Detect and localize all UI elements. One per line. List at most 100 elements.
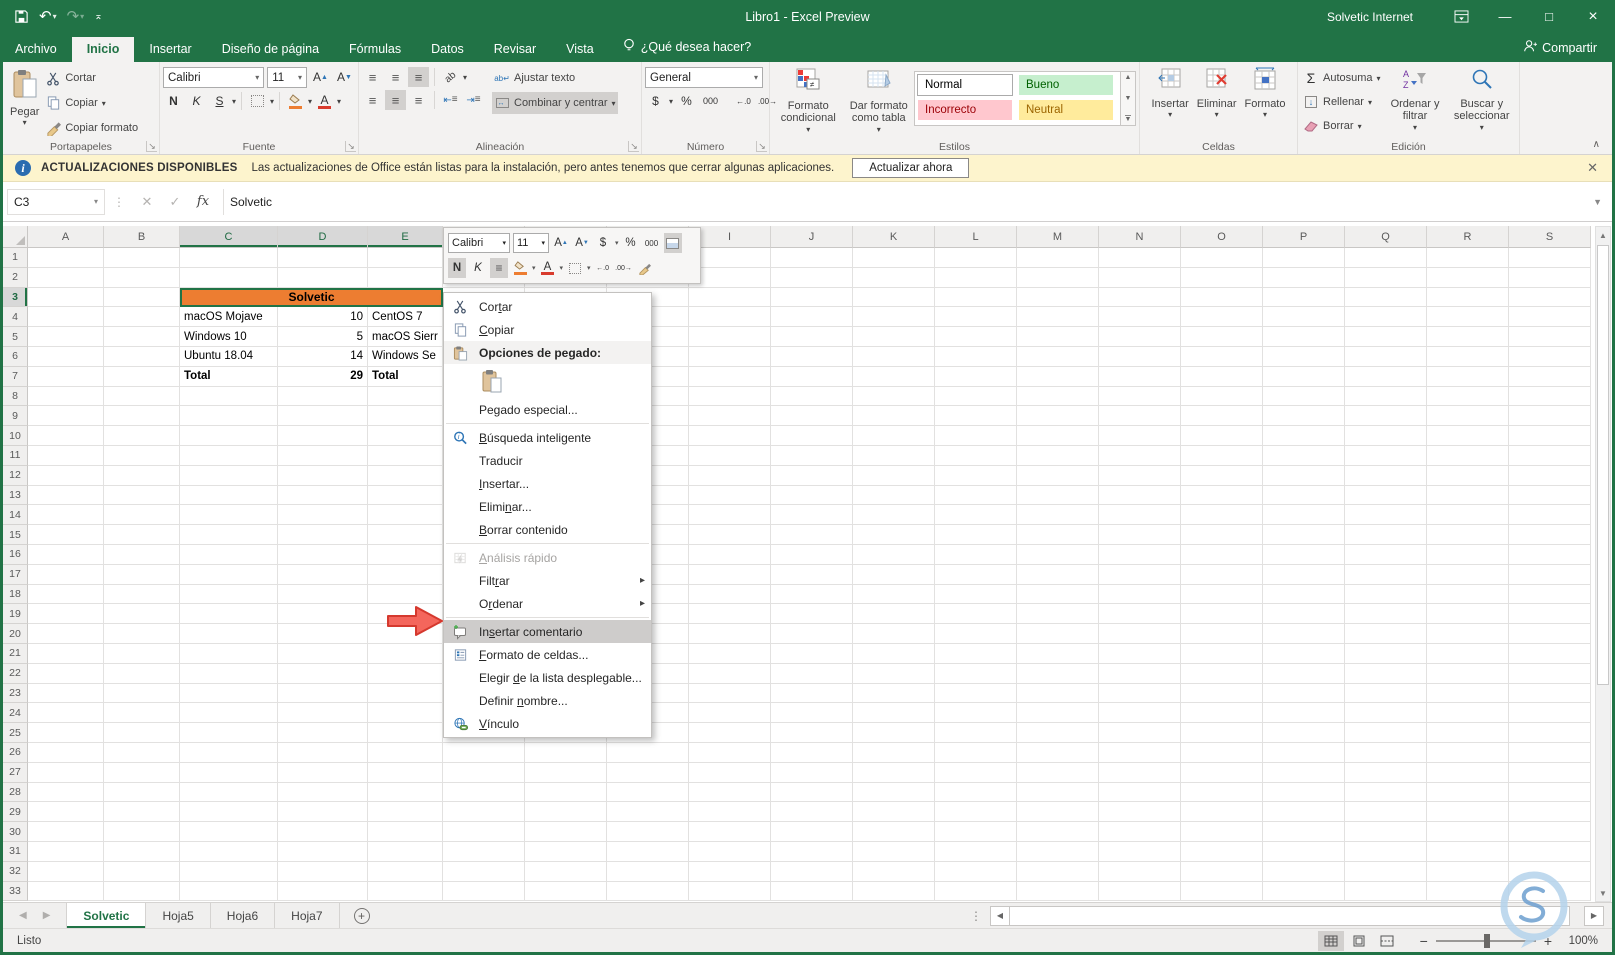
cell-S6[interactable] [1509,346,1591,367]
paste-button[interactable]: Pegar ▾ [6,67,43,139]
cell-I6[interactable] [689,346,771,367]
cell-M30[interactable] [1017,822,1099,842]
cell-A13[interactable] [28,485,104,506]
cell-O10[interactable] [1181,426,1263,446]
tab-diseno[interactable]: Diseño de página [207,37,334,62]
cell-O26[interactable] [1181,742,1263,763]
cell-A19[interactable] [28,604,104,625]
cell-I22[interactable] [689,663,771,684]
cell-I23[interactable] [689,683,771,704]
cell-K32[interactable] [853,861,935,882]
cell-M31[interactable] [1017,841,1099,862]
format-painter-button[interactable]: Copiar formato [43,117,140,139]
cell-P1[interactable] [1263,248,1345,268]
cell-J5[interactable] [771,327,853,347]
cell-C32[interactable] [180,861,278,882]
cell-P10[interactable] [1263,426,1345,446]
ribbon-display-options-icon[interactable] [1439,0,1483,33]
cell-Q2[interactable] [1345,267,1427,288]
cell-D21[interactable] [278,643,368,664]
menu-item-eliminar[interactable]: Eliminar... [444,495,651,518]
row-header-7[interactable]: 7 [3,366,28,387]
cell-C13[interactable] [180,485,278,506]
scroll-right-icon[interactable]: ▶ [1584,905,1604,926]
cell-I13[interactable] [689,485,771,506]
cell-O28[interactable] [1181,782,1263,803]
cell-I15[interactable] [689,525,771,545]
cell-Q20[interactable] [1345,624,1427,644]
increase-decimal-button[interactable]: ←.0 [733,91,754,111]
dialog-launcher-numero[interactable]: ↘ [756,141,767,152]
menu-item-cortar[interactable]: Cortar [444,295,651,318]
cell-Q1[interactable] [1345,248,1427,268]
cell-I26[interactable] [689,742,771,763]
cell-Q6[interactable] [1345,346,1427,367]
cell-A29[interactable] [28,802,104,823]
cell-C7[interactable]: Total [180,366,278,387]
collapse-ribbon-button[interactable]: ∧ [1593,139,1600,150]
cell-E23[interactable] [368,683,443,704]
cell-A11[interactable] [28,445,104,466]
row-header-3[interactable]: 3 [3,287,28,308]
row-header-22[interactable]: 22 [3,663,28,684]
sheet-nav-left-icon[interactable]: ◀ [19,910,27,921]
cell-J19[interactable] [771,604,853,625]
cell-I8[interactable] [689,386,771,407]
cell-B24[interactable] [104,703,180,724]
cell-A16[interactable] [28,544,104,565]
tab-vista[interactable]: Vista [551,37,609,62]
cell-S14[interactable] [1509,505,1591,526]
cell-C28[interactable] [180,782,278,803]
cell-E10[interactable] [368,426,443,446]
fill-color-button[interactable] [285,91,306,111]
insert-cells-button[interactable]: Insertar ▾ [1148,65,1193,137]
cell-N21[interactable] [1099,643,1181,664]
cell-I20[interactable] [689,624,771,644]
cell-G26[interactable] [525,742,607,763]
cell-C26[interactable] [180,742,278,763]
menu-item-filtrar[interactable]: Filtrar ▸ [444,569,651,592]
row-header-17[interactable]: 17 [3,564,28,585]
cell-L20[interactable] [935,624,1017,644]
cell-J23[interactable] [771,683,853,704]
cell-K28[interactable] [853,782,935,803]
cell-L23[interactable] [935,683,1017,704]
cell-E8[interactable] [368,386,443,407]
cell-M32[interactable] [1017,861,1099,882]
cell-C30[interactable] [180,822,278,842]
cell-N14[interactable] [1099,505,1181,526]
dialog-launcher-alineacion[interactable]: ↘ [628,141,639,152]
currency-button[interactable]: $ [645,91,666,111]
cell-D23[interactable] [278,683,368,704]
italic-button[interactable]: K [186,91,207,111]
cell-N8[interactable] [1099,386,1181,407]
align-center-button[interactable]: ≡ [385,90,406,110]
zoom-percent[interactable]: 100% [1560,935,1598,947]
cell-I27[interactable] [689,762,771,783]
cell-M6[interactable] [1017,346,1099,367]
cell-Q9[interactable] [1345,406,1427,427]
cell-S7[interactable] [1509,366,1591,387]
cell-L11[interactable] [935,445,1017,466]
cell-N28[interactable] [1099,782,1181,803]
cell-J24[interactable] [771,703,853,724]
cell-J2[interactable] [771,267,853,288]
cell-F31[interactable] [443,841,525,862]
cell-S33[interactable] [1509,881,1591,902]
cell-F29[interactable] [443,802,525,823]
cell-R1[interactable] [1427,248,1509,268]
cell-A27[interactable] [28,762,104,783]
cell-D31[interactable] [278,841,368,862]
cell-D9[interactable] [278,406,368,427]
cell-E24[interactable] [368,703,443,724]
cell-Q18[interactable] [1345,584,1427,605]
column-header-B[interactable]: B [104,226,180,248]
cell-J17[interactable] [771,564,853,585]
row-header-15[interactable]: 15 [3,525,28,545]
cell-L9[interactable] [935,406,1017,427]
cell-S23[interactable] [1509,683,1591,704]
cell-A8[interactable] [28,386,104,407]
cell-A23[interactable] [28,683,104,704]
cell-J7[interactable] [771,366,853,387]
cell-K19[interactable] [853,604,935,625]
